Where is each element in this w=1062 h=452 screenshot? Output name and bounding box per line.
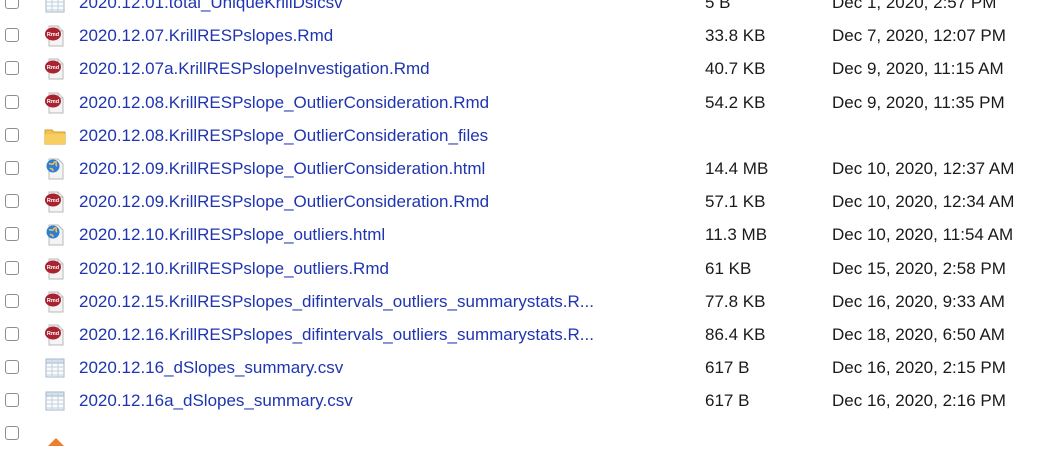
rmd-file-icon: Rmd — [44, 24, 66, 48]
file-name-link[interactable]: 2020.12.09.KrillRESPslope_OutlierConside… — [79, 192, 689, 212]
svg-text:Rmd: Rmd — [47, 32, 59, 38]
file-modified: Dec 10, 2020, 12:37 AM — [832, 158, 1015, 178]
rmd-file-icon: Rmd — [44, 257, 66, 281]
row-checkbox[interactable] — [5, 94, 19, 109]
file-modified: Dec 16, 2020, 2:16 PM — [832, 391, 1006, 411]
file-size: 40.7 KB — [705, 59, 766, 79]
file-size: 617 B — [705, 391, 750, 411]
file-modified: Dec 18, 2020, 6:50 AM — [832, 324, 1005, 344]
file-size: 33.8 KB — [705, 26, 766, 46]
file-size: 11.3 MB — [705, 225, 768, 245]
row-checkbox[interactable] — [5, 0, 19, 9]
rmd-file-icon: Rmd — [44, 323, 66, 347]
row-checkbox[interactable] — [5, 326, 19, 341]
html-file-icon — [44, 223, 66, 247]
row-checkbox[interactable] — [5, 28, 19, 43]
file-modified: Dec 7, 2020, 12:07 PM — [832, 26, 1006, 46]
rmd-file-icon: Rmd — [44, 57, 66, 81]
file-row[interactable] — [0, 418, 1062, 451]
row-checkbox[interactable] — [5, 393, 19, 408]
rmd-file-icon: Rmd — [44, 91, 66, 115]
file-size: 54.2 KB — [705, 92, 766, 112]
row-checkbox[interactable] — [5, 194, 19, 209]
row-checkbox[interactable] — [5, 127, 19, 142]
row-checkbox[interactable] — [5, 426, 19, 441]
rmd-file-icon: Rmd — [44, 290, 66, 314]
file-row[interactable]: 2020.12.16_dSlopes_summary.csv 617 B Dec 1… — [0, 352, 1062, 385]
file-row[interactable]: 2020.12.16a_dSlopes_summary.csv 617 B Dec … — [0, 385, 1062, 418]
file-name-link[interactable]: 2020.12.09.KrillRESPslope_OutlierConside… — [79, 159, 689, 179]
svg-text:Rmd: Rmd — [47, 99, 59, 105]
file-name-link[interactable]: 2020.12.16_dSlopes_summary.csv — [79, 358, 689, 378]
file-name-link[interactable]: 2020.12.10.KrillRESPslope_outliers.Rmd — [79, 259, 689, 279]
file-size: 617 B — [705, 358, 750, 378]
csv-file-icon — [44, 356, 66, 380]
file-row[interactable]: Rmd 2020.12.16.KrillRESPslopes_difinterva… — [0, 319, 1062, 352]
csv-file-icon — [44, 389, 66, 413]
svg-text:Rmd: Rmd — [47, 198, 59, 204]
file-row[interactable]: 2020.12.10.KrillRESPslope_outliers.html 1… — [0, 219, 1062, 252]
file-row[interactable]: Rmd 2020.12.08.KrillRESPslope_OutlierCons… — [0, 87, 1062, 120]
svg-text:Rmd: Rmd — [47, 265, 59, 271]
file-row[interactable]: 2020.12.01.total_UniqueKrillDslcsv 5 B Dec… — [0, 0, 1062, 20]
svg-text:Rmd: Rmd — [47, 65, 59, 71]
file-icon — [44, 422, 66, 447]
file-name-link[interactable]: 2020.12.07.KrillRESPslopes.Rmd — [79, 26, 689, 46]
file-row[interactable]: Rmd 2020.12.15.KrillRESPslopes_difinterva… — [0, 286, 1062, 319]
file-row[interactable]: Rmd 2020.12.07a.KrillRESPslopeInvestigati… — [0, 53, 1062, 86]
file-size: 61 KB — [705, 258, 752, 278]
file-modified: Dec 16, 2020, 2:15 PM — [832, 358, 1006, 378]
file-size: 77.8 KB — [705, 291, 766, 311]
file-modified: Dec 10, 2020, 11:54 AM — [832, 225, 1014, 245]
file-row[interactable]: Rmd 2020.12.09.KrillRESPslope_OutlierCons… — [0, 186, 1062, 219]
file-modified: Dec 16, 2020, 9:33 AM — [832, 291, 1005, 311]
file-modified: Dec 10, 2020, 12:34 AM — [832, 192, 1015, 212]
rmd-file-icon: Rmd — [44, 190, 66, 214]
file-name-link[interactable]: 2020.12.08.KrillRESPslope_OutlierConside… — [79, 126, 689, 146]
file-name-link[interactable]: 2020.12.15.KrillRESPslopes_difintervals_… — [79, 292, 689, 312]
row-checkbox[interactable] — [5, 260, 19, 275]
file-name-link[interactable]: 2020.12.16a_dSlopes_summary.csv — [79, 391, 689, 411]
folder-icon — [44, 124, 66, 148]
row-checkbox[interactable] — [5, 160, 19, 175]
file-size: 57.1 KB — [705, 192, 766, 212]
file-modified: Dec 15, 2020, 2:58 PM — [832, 258, 1006, 278]
file-row[interactable]: Rmd 2020.12.07.KrillRESPslopes.Rmd 33.8 KB… — [0, 20, 1062, 53]
file-row[interactable]: 2020.12.09.KrillRESPslope_OutlierConside… — [0, 153, 1062, 186]
svg-text:Rmd: Rmd — [47, 331, 59, 337]
row-checkbox[interactable] — [5, 360, 19, 375]
row-checkbox[interactable] — [5, 227, 19, 242]
file-name-link[interactable]: 2020.12.10.KrillRESPslope_outliers.html — [79, 225, 689, 245]
file-size: 14.4 MB — [705, 158, 769, 178]
file-modified: Dec 1, 2020, 2:57 PM — [832, 0, 997, 12]
row-checkbox[interactable] — [5, 293, 19, 308]
file-name-link[interactable]: 2020.12.16.KrillRESPslopes_difintervals_… — [79, 325, 689, 345]
html-file-icon — [44, 157, 66, 181]
file-modified: Dec 9, 2020, 11:15 AM — [832, 59, 1004, 79]
svg-text:Rmd: Rmd — [47, 298, 59, 304]
file-row[interactable]: 2020.12.08.KrillRESPslope_OutlierConside… — [0, 120, 1062, 153]
file-name-link[interactable]: 2020.12.01.total_UniqueKrillDslcsv — [79, 0, 689, 13]
file-modified: Dec 9, 2020, 11:35 PM — [832, 92, 1005, 112]
file-list: 2020.12.01.total_UniqueKrillDslcsv 5 B Dec… — [0, 0, 1062, 452]
file-name-link[interactable]: 2020.12.08.KrillRESPslope_OutlierConside… — [79, 93, 689, 113]
file-size: 86.4 KB — [705, 324, 766, 344]
file-size: 5 B — [705, 0, 731, 12]
csv-file-icon — [44, 0, 66, 15]
file-name-link[interactable]: 2020.12.07a.KrillRESPslopeInvestigation.… — [79, 59, 689, 79]
file-row[interactable]: Rmd 2020.12.10.KrillRESPslope_outliers.Rm… — [0, 253, 1062, 286]
row-checkbox[interactable] — [5, 61, 19, 76]
